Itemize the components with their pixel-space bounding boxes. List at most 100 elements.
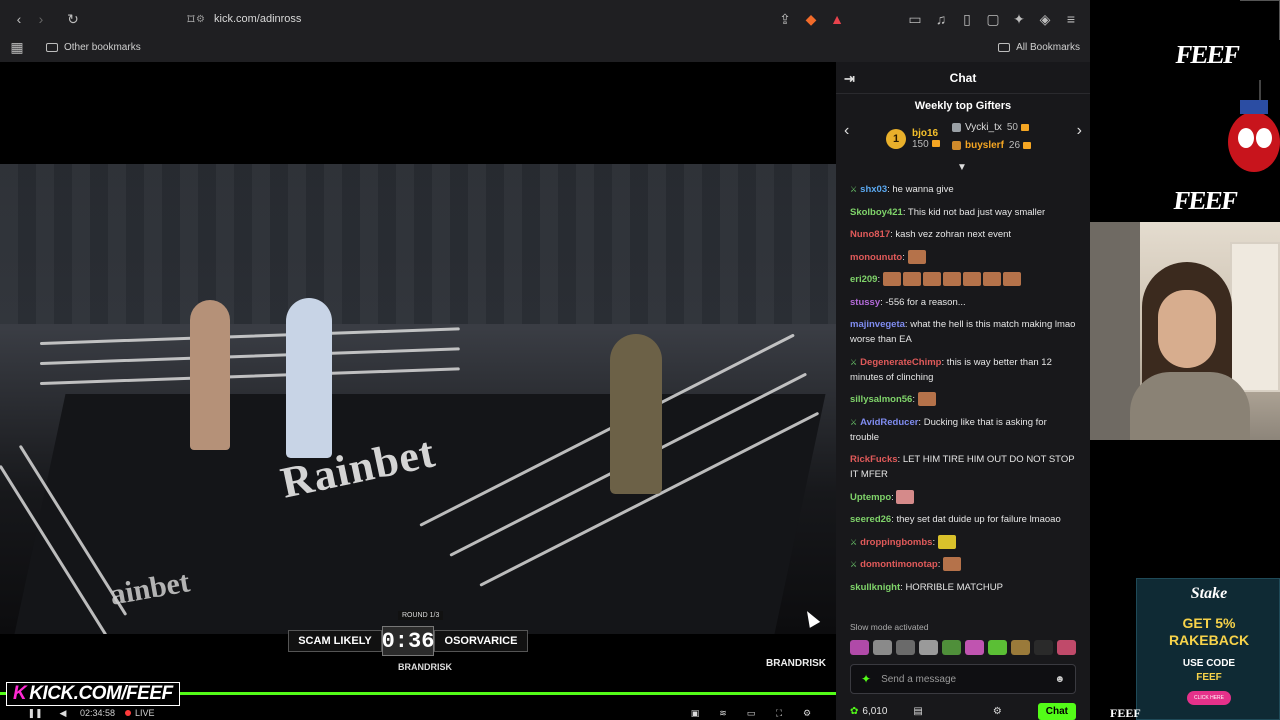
chat-username[interactable]: domontimonotap	[860, 559, 938, 570]
streamer-body	[1130, 372, 1250, 440]
clip-icon[interactable]: ▣	[688, 708, 702, 718]
gift-icon	[1023, 142, 1032, 149]
emoji-picker-icon[interactable]: ☻	[1054, 674, 1065, 685]
gifters-next-icon[interactable]: ›	[1077, 122, 1082, 140]
arena-stands	[0, 164, 836, 324]
emote[interactable]	[942, 640, 961, 655]
gifter-first[interactable]: 1 bjo16 150	[886, 128, 940, 150]
volume-icon[interactable]: ◀	[56, 708, 70, 718]
scorebug-sponsor: BRANDRISK	[398, 662, 452, 672]
chat-emote[interactable]	[902, 272, 921, 287]
stake-ad[interactable]: Stake GET 5% RAKEBACK USE CODE FEEF CLIC…	[1136, 578, 1280, 720]
chat-message-input[interactable]: ✦ Send a message ☻	[850, 664, 1076, 694]
chat-username[interactable]: droppingbombs	[860, 537, 932, 548]
chat-input-placeholder: Send a message	[881, 673, 957, 685]
chat-emote[interactable]	[1002, 272, 1021, 287]
chat-username[interactable]: monounuto	[850, 252, 902, 263]
media-icon[interactable]: ♫	[930, 8, 952, 30]
share-icon[interactable]: ⇪	[774, 8, 796, 30]
vpn-icon[interactable]: ◈	[1034, 8, 1056, 30]
emote[interactable]	[850, 640, 869, 655]
chat-emote[interactable]	[943, 557, 962, 572]
collapse-chat-icon[interactable]: ⇥	[844, 71, 855, 87]
chat-username[interactable]: shx03	[860, 184, 887, 195]
elapsed-time: 02:34:58	[80, 708, 116, 718]
video-player[interactable]: Rainbet ainbet ROUND 1/3 SCAM LIKELY 0:3…	[0, 62, 836, 720]
chat-message: RickFucks: LET HIM TIRE HIM OUT DO NOT S…	[850, 452, 1076, 482]
chat-emote[interactable]	[917, 392, 936, 407]
back-icon[interactable]: ‹	[8, 8, 30, 30]
chat-username[interactable]: stussy	[850, 297, 880, 308]
chat-panel: ⇥ Chat Weekly top Gifters ‹ › 1 bjo16 15…	[836, 62, 1090, 720]
stake-cta-button[interactable]: CLICK HERE	[1187, 691, 1231, 705]
gifter-third[interactable]: buyslerf 26	[952, 140, 1032, 151]
chat-messages[interactable]: ⚔ shx03: he wanna give Skolboy421: This ki…	[836, 182, 1090, 626]
leo-ai-icon[interactable]: ✦	[1008, 8, 1030, 30]
theater-icon[interactable]: ▭	[744, 708, 758, 718]
emote[interactable]	[873, 640, 892, 655]
settings-icon[interactable]: ⚙	[800, 708, 814, 718]
gifter-count: 50	[1006, 122, 1018, 133]
gifter-name: buyslerf	[965, 140, 1004, 151]
brave-rewards-icon[interactable]: ▲	[826, 8, 848, 30]
apps-grid-icon[interactable]: ▦	[6, 36, 28, 58]
menu-icon[interactable]: ≡	[1060, 8, 1082, 30]
expand-gifters-icon[interactable]: ▼	[957, 162, 967, 173]
chat-username[interactable]: AvidReducer	[860, 417, 918, 428]
chat-emote[interactable]	[882, 272, 901, 287]
emote[interactable]	[1057, 640, 1076, 655]
shield-icon	[952, 141, 961, 150]
chat-username[interactable]: Nuno817	[850, 229, 890, 240]
chat-username[interactable]: majinvegeta	[850, 319, 905, 330]
quality-icon[interactable]: ≋	[716, 708, 730, 718]
chat-text: -556 for a reason...	[885, 296, 966, 308]
emote[interactable]	[1011, 640, 1030, 655]
bookmark-folder-other[interactable]: Other bookmarks	[46, 42, 141, 53]
chat-emote[interactable]	[937, 534, 956, 549]
calendar-icon[interactable]: ▤	[913, 706, 922, 717]
emote[interactable]	[965, 640, 984, 655]
brave-shield-icon[interactable]: ◆	[800, 8, 822, 30]
chat-username[interactable]: skullknight	[850, 582, 900, 593]
chat-username[interactable]: DegenerateChimp	[860, 357, 941, 368]
chat-emote[interactable]	[982, 272, 1001, 287]
stream-url-text: KICK.COM/FEEF	[29, 683, 173, 704]
chat-username[interactable]: Skolboy421	[850, 207, 903, 218]
emote[interactable]	[988, 640, 1007, 655]
chat-message: Uptempo:	[850, 489, 1076, 505]
emote[interactable]	[919, 640, 938, 655]
pause-icon[interactable]: ❚❚	[27, 708, 42, 718]
reader-icon[interactable]: ▭	[904, 8, 926, 30]
chat-username[interactable]: RickFucks	[850, 454, 898, 465]
send-chat-button[interactable]: Chat	[1037, 702, 1076, 720]
chat-emote[interactable]	[922, 272, 941, 287]
streamer-face	[1158, 290, 1216, 368]
address-bar[interactable]: ⚙ kick.com/adinross	[196, 7, 826, 31]
stream-side-overlay: FEEF FEEF Stake GET 5% RAKEBACK USE CODE	[1090, 0, 1280, 720]
reload-icon[interactable]: ↻	[62, 8, 84, 30]
fullscreen-icon[interactable]: ⛶	[772, 708, 786, 718]
chat-username[interactable]: Uptempo	[850, 492, 891, 503]
chat-settings-icon[interactable]: ⚙	[993, 706, 1002, 717]
chat-username[interactable]: seered26	[850, 514, 891, 525]
chat-header: ⇥ Chat	[836, 62, 1090, 94]
folder-icon	[46, 42, 58, 52]
emote[interactable]	[1034, 640, 1053, 655]
chat-emote[interactable]	[942, 272, 961, 287]
emote[interactable]	[896, 640, 915, 655]
chat-username[interactable]: sillysalmon56	[850, 394, 912, 405]
moderator-badge-icon: ⚔	[850, 185, 858, 194]
sidebar-icon[interactable]: ▯	[956, 8, 978, 30]
gifter-second[interactable]: Vycki_tx 50	[952, 122, 1029, 133]
stake-code-label: USE CODE	[1182, 658, 1236, 669]
chat-emote[interactable]	[907, 249, 926, 264]
chat-emote[interactable]	[896, 489, 915, 504]
site-info-icon[interactable]: ⚙	[196, 14, 214, 25]
chat-emote[interactable]	[962, 272, 981, 287]
wallet-icon[interactable]: ▢	[982, 8, 1004, 30]
bookmark-folder-all[interactable]: All Bookmarks	[998, 42, 1080, 53]
chat-username[interactable]: eri209	[850, 274, 877, 285]
corner-sponsor: BRANDRISK	[766, 658, 826, 669]
gifters-prev-icon[interactable]: ‹	[844, 122, 849, 140]
forward-icon[interactable]: ›	[30, 8, 52, 30]
